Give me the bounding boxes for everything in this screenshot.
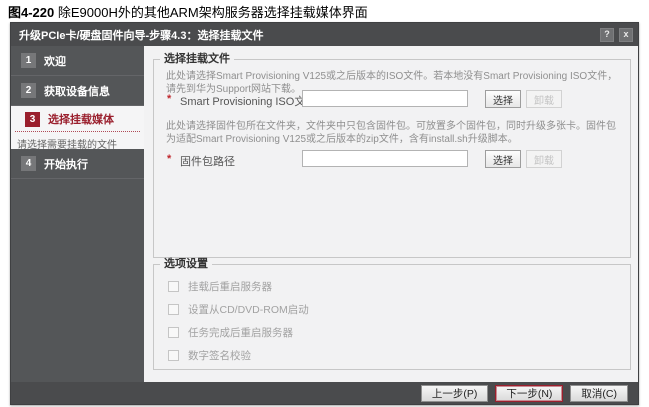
cancel-button[interactable]: 取消(C) xyxy=(570,385,628,402)
required-marker: * xyxy=(167,93,171,105)
option-boot-from-cd: 设置从CD/DVD-ROM启动 xyxy=(168,302,309,316)
dialog-footer: 上一步(P) 下一步(N) 取消(C) xyxy=(11,382,638,404)
iso-file-input[interactable] xyxy=(302,90,468,107)
sidebar-step-select-media-active[interactable]: 3 选择挂载媒体 请选择需要挂载的文件 xyxy=(11,106,144,149)
iso-file-row: * Smart Provisioning ISO文件 选择 卸载 xyxy=(154,90,630,108)
option-label: 任务完成后重启服务器 xyxy=(188,325,293,340)
step-label: 选择挂载媒体 xyxy=(48,111,114,127)
options-group: 选项设置 挂载后重启服务器 设置从CD/DVD-ROM启动 任务完成后重启服务器… xyxy=(153,264,631,370)
close-icon[interactable]: x xyxy=(619,28,633,42)
help-icon[interactable]: ? xyxy=(600,28,614,42)
step-number-badge: 4 xyxy=(21,156,36,171)
figure-title: 除E9000H外的其他ARM架构服务器选择挂载媒体界面 xyxy=(58,5,368,20)
sidebar-step-execute[interactable]: 4 开始执行 xyxy=(11,149,144,179)
select-mount-file-group: 选择挂载文件 此处请选择Smart Provisioning V125或之后版本… xyxy=(153,59,631,258)
step-number-badge: 2 xyxy=(21,83,36,98)
checkbox-icon xyxy=(168,281,179,292)
active-step-row: 3 选择挂载媒体 xyxy=(15,106,140,132)
checkbox-icon xyxy=(168,304,179,315)
figure-number: 图4-220 xyxy=(8,5,54,20)
step-number-badge: 3 xyxy=(25,112,40,127)
option-label: 挂载后重启服务器 xyxy=(188,279,272,294)
dialog-title: 升级PCIe卡/硬盘固件向导-步骤4.3：选择挂载文件 xyxy=(19,27,595,43)
firmware-path-input[interactable] xyxy=(302,150,468,167)
firmware-hint-text: 此处请选择固件包所在文件夹，文件夹中只包含固件包。可放置多个固件包，同时升级多张… xyxy=(166,120,620,146)
next-button[interactable]: 下一步(N) xyxy=(495,385,563,402)
figure-caption: 图4-220 除E9000H外的其他ARM架构服务器选择挂载媒体界面 xyxy=(8,2,368,21)
firmware-select-button[interactable]: 选择 xyxy=(485,150,521,168)
sidebar-step-welcome[interactable]: 1 欢迎 xyxy=(11,46,144,76)
firmware-unmount-button-disabled: 卸载 xyxy=(526,150,562,168)
main-content: 选择挂载文件 此处请选择Smart Provisioning V125或之后版本… xyxy=(144,46,638,382)
iso-select-button[interactable]: 选择 xyxy=(485,90,521,108)
required-marker: * xyxy=(167,153,171,165)
sidebar-step-device-info[interactable]: 2 获取设备信息 xyxy=(11,76,144,106)
option-restart-after-task: 任务完成后重启服务器 xyxy=(168,325,293,339)
checkbox-icon xyxy=(168,327,179,338)
step-label: 获取设备信息 xyxy=(44,83,110,99)
checkbox-icon xyxy=(168,350,179,361)
dialog-header: 升级PCIe卡/硬盘固件向导-步骤4.3：选择挂载文件 ? x xyxy=(11,23,638,46)
option-label: 数字签名校验 xyxy=(188,348,251,363)
wizard-steps-sidebar: 1 欢迎 2 获取设备信息 3 选择挂载媒体 请选择需要挂载的文件 4 开始执行 xyxy=(11,46,144,382)
group-title: 选项设置 xyxy=(160,258,212,271)
step-label: 开始执行 xyxy=(44,156,88,172)
firmware-path-row: * 固件包路径 选择 卸载 xyxy=(154,150,630,168)
option-restart-after-mount: 挂载后重启服务器 xyxy=(168,279,272,293)
group-title: 选择挂载文件 xyxy=(160,53,234,66)
iso-unmount-button-disabled: 卸载 xyxy=(526,90,562,108)
iso-file-label: Smart Provisioning ISO文件 xyxy=(180,93,316,109)
option-digital-signature: 数字签名校验 xyxy=(168,348,251,362)
step-label: 欢迎 xyxy=(44,53,66,69)
option-label: 设置从CD/DVD-ROM启动 xyxy=(188,302,309,317)
upgrade-wizard-dialog: 升级PCIe卡/硬盘固件向导-步骤4.3：选择挂载文件 ? x 1 欢迎 2 获… xyxy=(10,22,639,405)
step-number-badge: 1 xyxy=(21,53,36,68)
previous-button[interactable]: 上一步(P) xyxy=(421,385,489,402)
firmware-path-label: 固件包路径 xyxy=(180,153,235,169)
